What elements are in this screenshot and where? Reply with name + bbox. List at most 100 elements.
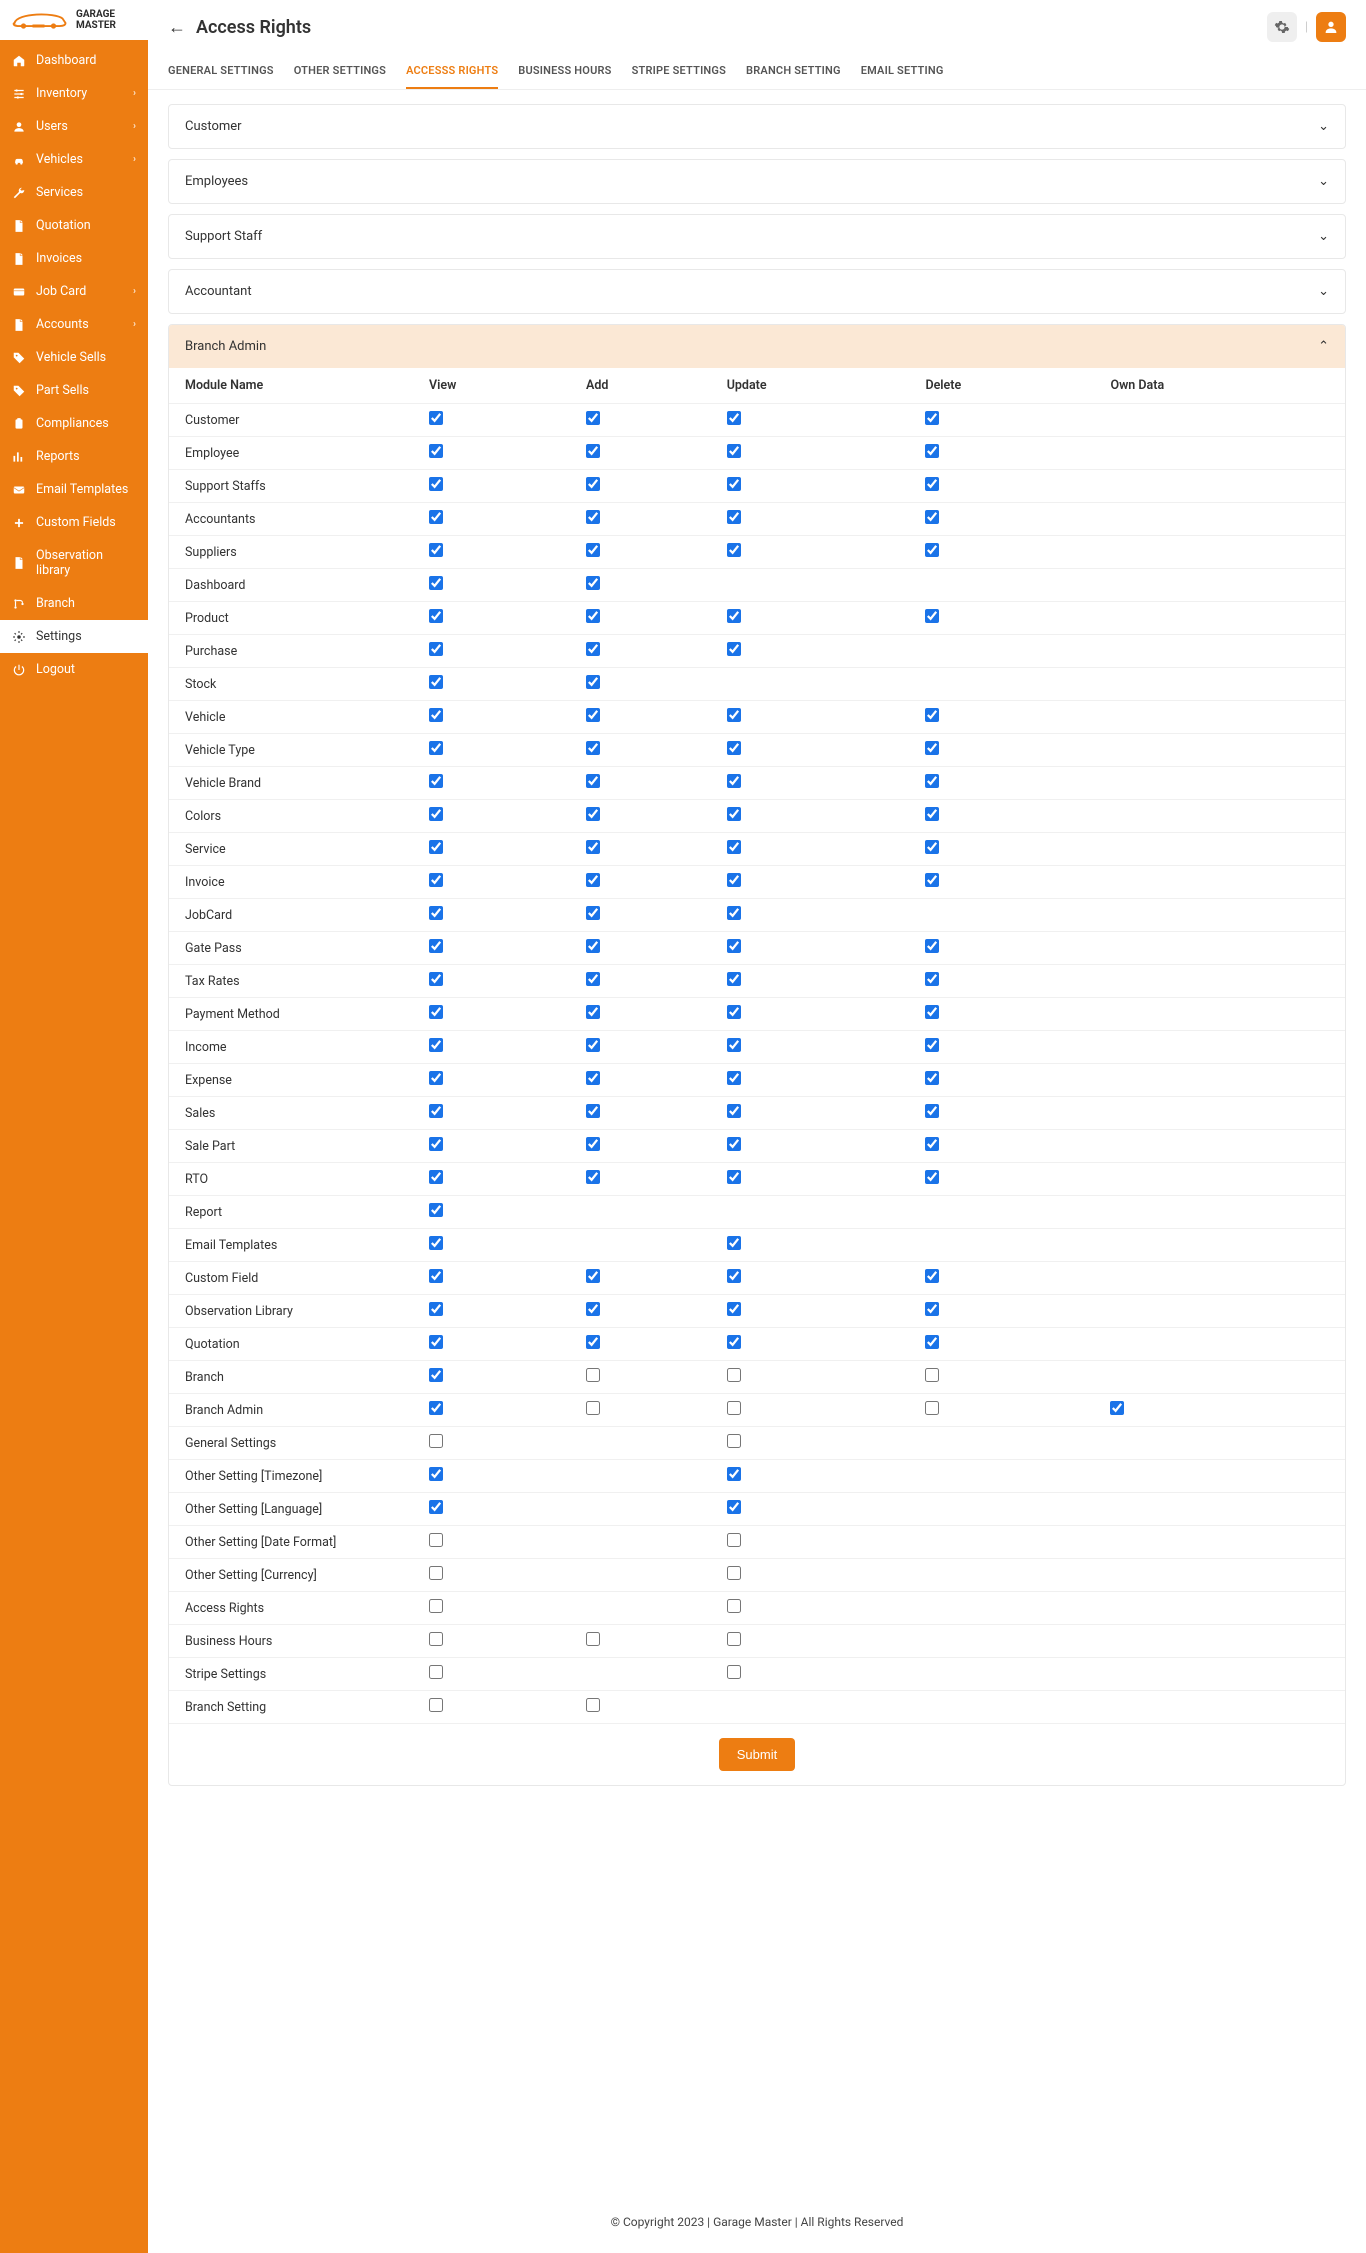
permission-checkbox[interactable] xyxy=(586,609,600,623)
permission-checkbox[interactable] xyxy=(586,741,600,755)
permission-checkbox[interactable] xyxy=(925,840,939,854)
accordion-header[interactable]: Employees⌄ xyxy=(169,160,1345,203)
permission-checkbox[interactable] xyxy=(429,1533,443,1547)
permission-checkbox[interactable] xyxy=(925,972,939,986)
permission-checkbox[interactable] xyxy=(429,444,443,458)
permission-checkbox[interactable] xyxy=(429,840,443,854)
permission-checkbox[interactable] xyxy=(429,1665,443,1679)
tab-accesss-rights[interactable]: ACCESSS RIGHTS xyxy=(406,54,498,89)
sidebar-item-email-templates[interactable]: Email Templates xyxy=(0,473,148,506)
tab-stripe-settings[interactable]: STRIPE SETTINGS xyxy=(632,54,726,89)
permission-checkbox[interactable] xyxy=(586,1698,600,1712)
permission-checkbox[interactable] xyxy=(727,1401,741,1415)
permission-checkbox[interactable] xyxy=(727,708,741,722)
permission-checkbox[interactable] xyxy=(925,1269,939,1283)
permission-checkbox[interactable] xyxy=(727,1038,741,1052)
permission-checkbox[interactable] xyxy=(925,873,939,887)
permission-checkbox[interactable] xyxy=(925,807,939,821)
permission-checkbox[interactable] xyxy=(727,1500,741,1514)
permission-checkbox[interactable] xyxy=(727,1071,741,1085)
permission-checkbox[interactable] xyxy=(429,609,443,623)
permission-checkbox[interactable] xyxy=(429,477,443,491)
sidebar-item-dashboard[interactable]: Dashboard xyxy=(0,44,148,77)
permission-checkbox[interactable] xyxy=(727,873,741,887)
sidebar-item-settings[interactable]: Settings xyxy=(0,620,148,653)
permission-checkbox[interactable] xyxy=(429,939,443,953)
permission-checkbox[interactable] xyxy=(925,1071,939,1085)
permission-checkbox[interactable] xyxy=(925,774,939,788)
permission-checkbox[interactable] xyxy=(586,873,600,887)
sidebar-item-services[interactable]: Services xyxy=(0,176,148,209)
permission-checkbox[interactable] xyxy=(925,1401,939,1415)
permission-checkbox[interactable] xyxy=(429,774,443,788)
permission-checkbox[interactable] xyxy=(429,1005,443,1019)
sidebar-item-vehicle-sells[interactable]: Vehicle Sells xyxy=(0,341,148,374)
permission-checkbox[interactable] xyxy=(429,1566,443,1580)
sidebar-item-inventory[interactable]: Inventory› xyxy=(0,77,148,110)
permission-checkbox[interactable] xyxy=(727,1599,741,1613)
permission-checkbox[interactable] xyxy=(586,1335,600,1349)
permission-checkbox[interactable] xyxy=(586,675,600,689)
sidebar-item-logout[interactable]: Logout xyxy=(0,653,148,686)
sidebar-item-invoices[interactable]: Invoices xyxy=(0,242,148,275)
permission-checkbox[interactable] xyxy=(727,1368,741,1382)
permission-checkbox[interactable] xyxy=(429,1368,443,1382)
permission-checkbox[interactable] xyxy=(429,1500,443,1514)
tab-email-setting[interactable]: EMAIL SETTING xyxy=(861,54,944,89)
permission-checkbox[interactable] xyxy=(586,1401,600,1415)
permission-checkbox[interactable] xyxy=(727,1632,741,1646)
permission-checkbox[interactable] xyxy=(429,1038,443,1052)
permission-checkbox[interactable] xyxy=(727,972,741,986)
sidebar-item-vehicles[interactable]: Vehicles› xyxy=(0,143,148,176)
tab-business-hours[interactable]: BUSINESS HOURS xyxy=(518,54,611,89)
permission-checkbox[interactable] xyxy=(727,411,741,425)
permission-checkbox[interactable] xyxy=(727,1104,741,1118)
accordion-header[interactable]: Support Staff⌄ xyxy=(169,215,1345,258)
permission-checkbox[interactable] xyxy=(429,1104,443,1118)
permission-checkbox[interactable] xyxy=(429,1599,443,1613)
permission-checkbox[interactable] xyxy=(586,1071,600,1085)
sidebar-item-observation-library[interactable]: Observation library xyxy=(0,539,148,587)
permission-checkbox[interactable] xyxy=(586,906,600,920)
permission-checkbox[interactable] xyxy=(586,774,600,788)
sidebar-item-reports[interactable]: Reports xyxy=(0,440,148,473)
sidebar-item-custom-fields[interactable]: Custom Fields xyxy=(0,506,148,539)
permission-checkbox[interactable] xyxy=(586,1038,600,1052)
permission-checkbox[interactable] xyxy=(429,1203,443,1217)
permission-checkbox[interactable] xyxy=(727,1533,741,1547)
permission-checkbox[interactable] xyxy=(429,1401,443,1415)
settings-icon-button[interactable] xyxy=(1267,12,1297,42)
permission-checkbox[interactable] xyxy=(925,939,939,953)
accordion-header[interactable]: Branch Admin⌃ xyxy=(169,325,1345,368)
permission-checkbox[interactable] xyxy=(429,972,443,986)
permission-checkbox[interactable] xyxy=(429,1434,443,1448)
permission-checkbox[interactable] xyxy=(727,510,741,524)
permission-checkbox[interactable] xyxy=(925,444,939,458)
permission-checkbox[interactable] xyxy=(727,1335,741,1349)
permission-checkbox[interactable] xyxy=(925,1368,939,1382)
tab-general-settings[interactable]: GENERAL SETTINGS xyxy=(168,54,274,89)
permission-checkbox[interactable] xyxy=(586,444,600,458)
permission-checkbox[interactable] xyxy=(727,741,741,755)
sidebar-item-job-card[interactable]: Job Card› xyxy=(0,275,148,308)
permission-checkbox[interactable] xyxy=(925,1170,939,1184)
permission-checkbox[interactable] xyxy=(727,774,741,788)
sidebar-item-quotation[interactable]: Quotation xyxy=(0,209,148,242)
permission-checkbox[interactable] xyxy=(925,1104,939,1118)
permission-checkbox[interactable] xyxy=(429,1335,443,1349)
permission-checkbox[interactable] xyxy=(586,939,600,953)
submit-button[interactable]: Submit xyxy=(719,1738,795,1771)
permission-checkbox[interactable] xyxy=(727,840,741,854)
permission-checkbox[interactable] xyxy=(727,543,741,557)
permission-checkbox[interactable] xyxy=(586,807,600,821)
permission-checkbox[interactable] xyxy=(586,1632,600,1646)
permission-checkbox[interactable] xyxy=(727,1005,741,1019)
permission-checkbox[interactable] xyxy=(429,1632,443,1646)
permission-checkbox[interactable] xyxy=(727,444,741,458)
permission-checkbox[interactable] xyxy=(586,1137,600,1151)
permission-checkbox[interactable] xyxy=(429,741,443,755)
tab-other-settings[interactable]: OTHER SETTINGS xyxy=(294,54,386,89)
permission-checkbox[interactable] xyxy=(429,411,443,425)
permission-checkbox[interactable] xyxy=(586,1005,600,1019)
user-avatar-button[interactable] xyxy=(1316,12,1346,42)
